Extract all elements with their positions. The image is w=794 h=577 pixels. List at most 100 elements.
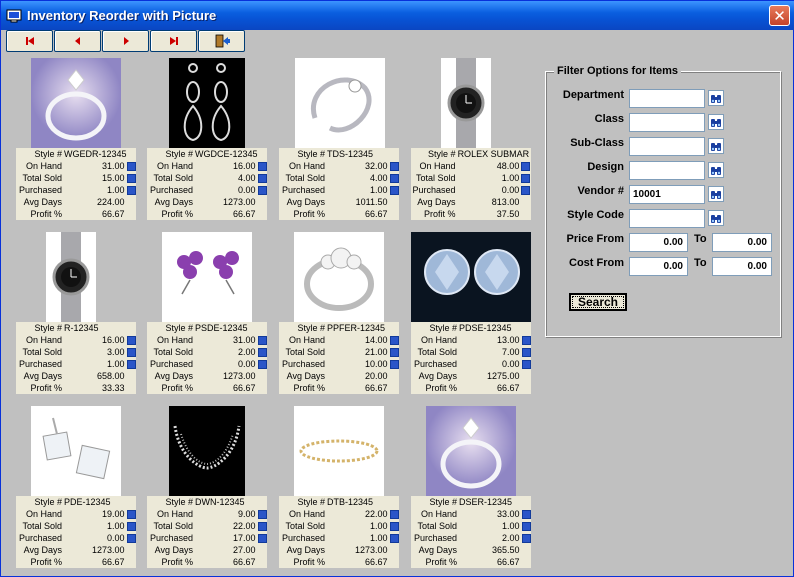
item-stat-label: On Hand [16,508,63,520]
detail-icon[interactable] [257,336,267,346]
design-input[interactable] [629,161,705,180]
detail-icon[interactable] [257,186,267,196]
detail-icon[interactable] [389,186,399,196]
item-stats-table: Style # DSER-12345 On Hand 33.00 Total Sold 1… [411,496,531,568]
detail-icon[interactable] [521,186,531,196]
detail-icon[interactable] [521,348,531,358]
exit-button[interactable] [198,30,245,52]
detail-icon[interactable] [126,336,136,346]
department-input[interactable] [629,89,705,108]
inventory-item-card[interactable]: Style # ROLEX SUBMAR On Hand 48.00 Total Sol… [411,58,531,221]
detail-icon[interactable] [389,162,399,172]
detail-icon[interactable] [389,348,399,358]
next-record-button[interactable] [102,30,149,52]
item-on-hand-value: 22.00 [325,508,389,520]
item-stat-label: On Hand [279,508,326,520]
subclass-input[interactable] [629,137,705,156]
previous-record-button[interactable] [54,30,101,52]
last-record-button[interactable] [150,30,197,52]
detail-icon[interactable] [389,360,399,370]
inventory-item-card[interactable]: Style # DTB-12345 On Hand 22.00 Total Sold 1.… [279,406,399,569]
detail-icon[interactable] [126,360,136,370]
item-stats-table: Style # PSDE-12345 On Hand 31.00 Total Sold 2… [147,322,267,394]
item-on-hand-value: 48.00 [456,160,521,172]
detail-icon[interactable] [257,534,267,544]
item-profit-value: 66.67 [193,382,257,394]
detail-icon[interactable] [126,348,136,358]
inventory-item-card[interactable]: Style # WGEDR-12345 On Hand 31.00 Total Sold… [16,58,136,221]
first-record-button[interactable] [6,30,53,52]
department-label: Department [562,89,624,101]
item-stat-label: On Hand [279,160,326,172]
item-avg-days-value: 20.00 [325,370,389,382]
cost-to-input[interactable]: 0.00 [712,257,772,276]
design-lookup-button[interactable] [708,162,724,178]
detail-icon[interactable] [126,510,136,520]
vendor-input[interactable]: 10001 [629,185,705,204]
detail-icon[interactable] [257,174,267,184]
inventory-item-card[interactable]: Style # R-12345 On Hand 16.00 Total Sold 3.00… [16,232,136,395]
detail-icon[interactable] [389,522,399,532]
item-stat-label: Total Sold [279,346,326,358]
item-stat-label: Profit % [16,208,63,220]
item-total-sold-value: 1.00 [456,172,521,184]
detail-icon[interactable] [126,522,136,532]
detail-icon[interactable] [257,522,267,532]
detail-icon[interactable] [389,510,399,520]
inventory-item-card[interactable]: Style # DSER-12345 On Hand 33.00 Total Sold 1… [411,406,531,569]
style-code-input[interactable] [629,209,705,228]
inventory-item-card[interactable]: Style # PDSE-12345 On Hand 13.00 Total Sold 7… [411,232,531,395]
class-lookup-button[interactable] [708,114,724,130]
item-stat-label: Total Sold [147,346,194,358]
detail-icon[interactable] [521,336,531,346]
department-lookup-button[interactable] [708,90,724,106]
item-avg-days-value: 1273.00 [325,544,389,556]
detail-icon[interactable] [521,162,531,172]
detail-icon[interactable] [389,174,399,184]
item-avg-days-value: 365.50 [457,544,521,556]
binoculars-icon [711,190,721,199]
item-stat-label: On Hand [411,508,458,520]
inventory-item-card[interactable]: Style # PPFER-12345 On Hand 14.00 Total Sold… [279,232,399,395]
detail-icon[interactable] [126,186,136,196]
item-stat-label: On Hand [411,160,457,172]
detail-icon[interactable] [257,162,267,172]
item-profit-value: 66.67 [325,208,389,220]
detail-icon[interactable] [389,534,399,544]
price-to-input[interactable]: 0.00 [712,233,772,252]
price-from-label: Price From [566,233,624,245]
class-input[interactable] [629,113,705,132]
detail-icon[interactable] [126,162,136,172]
detail-icon[interactable] [521,510,531,520]
title-bar[interactable]: Inventory Reorder with Picture ✕ [1,1,794,30]
inventory-item-card[interactable]: Style # TDS-12345 On Hand 32.00 Total Sold 4.… [279,58,399,221]
subclass-lookup-button[interactable] [708,138,724,154]
detail-icon[interactable] [521,360,531,370]
inventory-item-card[interactable]: Style # PSDE-12345 On Hand 31.00 Total Sold 2… [147,232,267,395]
inventory-item-card[interactable]: Style # WGDCE-12345 On Hand 16.00 Total Sold… [147,58,267,221]
inventory-item-card[interactable]: Style # DWN-12345 On Hand 9.00 Total Sold 22.… [147,406,267,569]
detail-icon[interactable] [257,348,267,358]
style-code-label: Style Code [567,209,624,221]
detail-icon[interactable] [521,174,531,184]
item-stat-label: On Hand [147,334,194,346]
item-avg-days-value: 1273.00 [193,196,257,208]
inventory-item-card[interactable]: Style # PDE-12345 On Hand 19.00 Total Sold 1.… [16,406,136,569]
detail-icon[interactable] [521,534,531,544]
detail-icon[interactable] [126,174,136,184]
style-code-lookup-button[interactable] [708,210,724,226]
search-button[interactable]: Search [569,293,627,311]
detail-icon[interactable] [126,534,136,544]
item-avg-days-value: 224.00 [62,196,126,208]
cost-from-input[interactable]: 0.00 [629,257,688,276]
close-button[interactable]: ✕ [769,5,790,26]
item-stat-label: Profit % [279,382,326,394]
detail-icon[interactable] [521,522,531,532]
item-stat-label: Purchased [147,184,194,196]
detail-icon[interactable] [257,360,267,370]
price-from-input[interactable]: 0.00 [629,233,688,252]
detail-icon[interactable] [389,336,399,346]
vendor-lookup-button[interactable] [708,186,724,202]
detail-icon[interactable] [257,510,267,520]
first-record-icon [25,37,34,45]
